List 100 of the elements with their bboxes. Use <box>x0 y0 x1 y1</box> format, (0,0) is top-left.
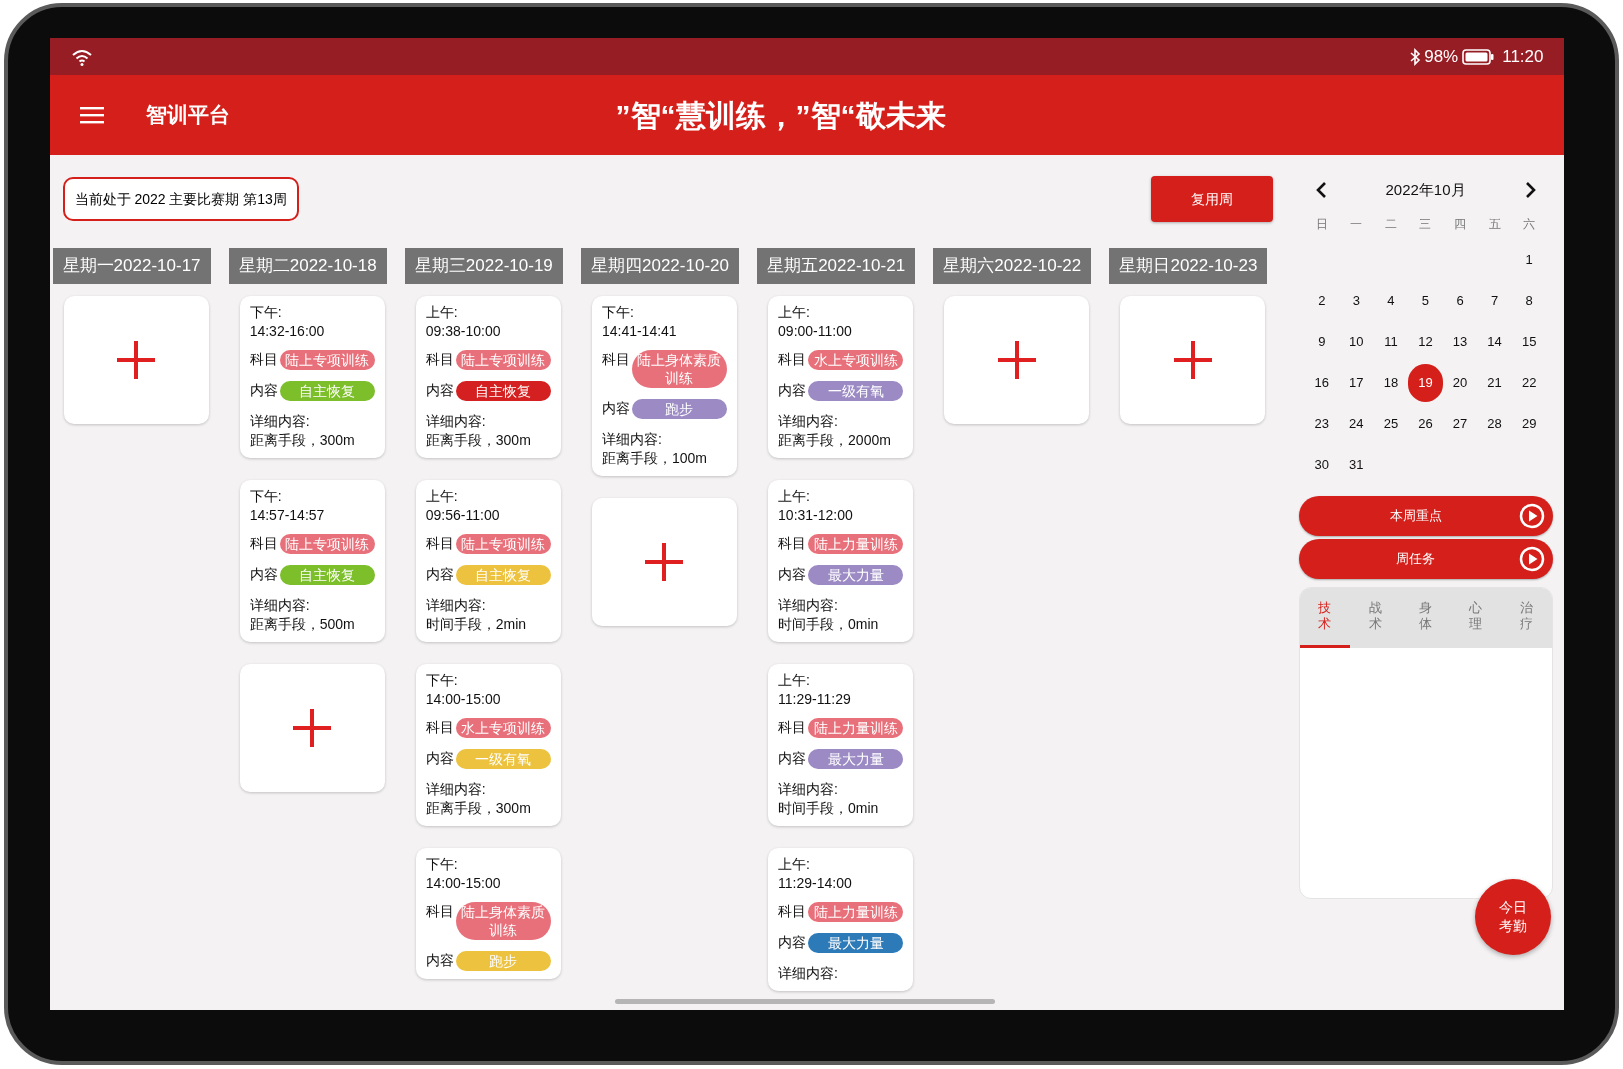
time-range: 14:00-15:00 <box>425 690 502 709</box>
subject-label: 科目 <box>778 718 807 737</box>
period-label: 上午: <box>778 303 811 322</box>
detail-label: 详细内容: <box>425 596 487 615</box>
period-label: 上午: <box>778 671 811 690</box>
calendar-day[interactable]: 15 <box>1511 323 1547 361</box>
calendar-day[interactable]: 13 <box>1442 323 1478 361</box>
content-tag: 自主恢复 <box>279 381 375 401</box>
session-card[interactable]: 上午: 09:56-11:00 科目 陆上专项训练 内容 自主恢复 详细内容: 时间手段，2min <box>415 480 561 642</box>
category-tab[interactable]: 战术 <box>1349 587 1401 648</box>
subject-tag: 陆上力量训练 <box>808 902 904 922</box>
plus-icon <box>293 709 332 747</box>
attendance-fab[interactable]: 今日考勤 <box>1474 879 1551 955</box>
calendar-day[interactable]: 19 <box>1408 364 1443 402</box>
content-label: 内容 <box>425 749 454 768</box>
weekday-label: 二 <box>1383 215 1398 233</box>
subject-tag: 陆上专项训练 <box>455 534 551 554</box>
content-label: 内容 <box>778 749 807 768</box>
session-card[interactable]: 下午: 14:41-14:41 科目 陆上身体素质训练 内容 跑步 详细内容: 距离手段，100m <box>591 296 737 476</box>
content-tag: 自主恢复 <box>455 381 551 401</box>
subject-label: 科目 <box>249 350 278 369</box>
sidebar-action-button[interactable]: 周任务 <box>1298 538 1553 579</box>
reuse-week-button[interactable]: 复用周 <box>1150 176 1273 222</box>
calendar-day[interactable]: 30 <box>1304 446 1340 484</box>
time-range: 11:29-11:29 <box>778 690 852 709</box>
add-session-button[interactable] <box>944 296 1090 424</box>
content-tag: 跑步 <box>631 399 727 419</box>
period-label: 下午: <box>249 303 283 322</box>
detail-text: 时间手段，2min <box>425 615 528 634</box>
calendar-day[interactable]: 9 <box>1304 323 1340 361</box>
calendar-day[interactable]: 4 <box>1373 282 1409 320</box>
content-label: 内容 <box>778 933 807 952</box>
content-tag: 最大力量 <box>808 565 904 585</box>
period-label: 下午: <box>601 303 635 322</box>
period-label: 下午: <box>249 487 283 506</box>
content-tag: 最大力量 <box>808 933 904 953</box>
plus-icon <box>645 543 684 581</box>
calendar-day[interactable]: 14 <box>1477 323 1512 361</box>
sidebar-action-button[interactable]: 本周重点 <box>1298 495 1553 536</box>
session-card[interactable]: 上午: 09:38-10:00 科目 陆上专项训练 内容 自主恢复 详细内容: 距离手段，300m <box>415 296 561 458</box>
chevron-left-icon <box>1314 181 1327 200</box>
time-range: 14:32-16:00 <box>249 322 326 341</box>
detail-label: 详细内容: <box>778 964 839 983</box>
add-session-button[interactable] <box>63 296 209 424</box>
calendar-day[interactable]: 5 <box>1408 282 1443 320</box>
calendar-day[interactable]: 8 <box>1511 282 1547 320</box>
category-tab[interactable]: 技术 <box>1299 587 1350 648</box>
add-session-button[interactable] <box>1120 296 1266 424</box>
subject-tag: 陆上专项训练 <box>455 350 551 370</box>
detail-label: 详细内容: <box>601 430 663 449</box>
weekday-label: 日 <box>1314 215 1329 233</box>
calendar-day[interactable]: 23 <box>1304 405 1340 443</box>
calendar-day[interactable]: 3 <box>1339 282 1374 320</box>
category-tab[interactable]: 身体 <box>1400 587 1451 648</box>
session-card[interactable]: 下午: 14:00-15:00 科目 陆上身体素质训练 内容 跑步 <box>415 848 561 979</box>
calendar-day[interactable]: 29 <box>1511 405 1547 443</box>
day-header: 星期四2022-10-20 <box>580 248 740 284</box>
play-icon <box>1518 545 1545 572</box>
session-card[interactable]: 下午: 14:00-15:00 科目 水上专项训练 内容 一级有氧 详细内容: 距离手段，300m <box>415 664 561 826</box>
calendar-day[interactable]: 2 <box>1304 282 1340 320</box>
calendar-day[interactable]: 25 <box>1373 405 1409 443</box>
calendar-day[interactable]: 20 <box>1442 364 1478 402</box>
session-card[interactable]: 下午: 14:57-14:57 科目 陆上专项训练 内容 自主恢复 详细内容: 距离手段，500m <box>239 480 385 642</box>
category-tab[interactable]: 治疗 <box>1501 587 1552 648</box>
subject-tag: 陆上专项训练 <box>279 350 375 370</box>
session-card[interactable]: 下午: 14:32-16:00 科目 陆上专项训练 内容 自主恢复 详细内容: 距离手段，300m <box>239 296 385 458</box>
content-label: 内容 <box>425 381 454 400</box>
subject-label: 科目 <box>425 902 454 921</box>
month-title: 2022年10月 <box>1385 180 1466 200</box>
calendar-day[interactable]: 1 <box>1511 241 1547 279</box>
detail-label: 详细内容: <box>249 596 311 615</box>
calendar-day[interactable]: 28 <box>1477 405 1512 443</box>
session-card[interactable]: 上午: 10:31-12:00 科目 陆上力量训练 内容 最大力量 详细内容: 时间手段，0min <box>768 480 914 642</box>
calendar-day[interactable]: 10 <box>1339 323 1374 361</box>
calendar-day[interactable]: 31 <box>1339 446 1374 484</box>
app-name: 智训平台 <box>145 102 230 129</box>
period-label: 下午: <box>425 671 459 690</box>
calendar-day[interactable]: 27 <box>1442 405 1478 443</box>
session-card[interactable]: 上午: 11:29-14:00 科目 陆上力量训练 内容 最大力量 详细内容: <box>768 848 914 991</box>
session-card[interactable]: 上午: 09:00-11:00 科目 水上专项训练 内容 一级有氧 详细内容: 距离手段，2000m <box>768 296 914 458</box>
calendar-day[interactable]: 18 <box>1373 364 1409 402</box>
session-card[interactable]: 上午: 11:29-11:29 科目 陆上力量训练 内容 最大力量 详细内容: 时间手段，0min <box>768 664 914 826</box>
calendar-day[interactable]: 17 <box>1339 364 1374 402</box>
calendar-day[interactable]: 26 <box>1408 405 1443 443</box>
calendar-day[interactable]: 24 <box>1339 405 1374 443</box>
category-tab[interactable]: 心理 <box>1450 587 1502 648</box>
content-label: 内容 <box>778 381 807 400</box>
calendar-day[interactable]: 11 <box>1373 323 1409 361</box>
weekday-label: 五 <box>1487 215 1502 233</box>
day-header: 星期日2022-10-23 <box>1109 248 1268 284</box>
add-session-button[interactable] <box>239 664 385 792</box>
calendar-day[interactable]: 6 <box>1442 282 1478 320</box>
calendar-day[interactable]: 12 <box>1408 323 1443 361</box>
detail-text: 距离手段，2000m <box>778 431 892 450</box>
calendar-day[interactable]: 21 <box>1477 364 1512 402</box>
add-session-button[interactable] <box>591 498 737 626</box>
calendar-day[interactable]: 7 <box>1477 282 1512 320</box>
calendar-day[interactable]: 22 <box>1511 364 1547 402</box>
detail-label: 详细内容: <box>249 412 311 431</box>
calendar-day[interactable]: 16 <box>1304 364 1340 402</box>
